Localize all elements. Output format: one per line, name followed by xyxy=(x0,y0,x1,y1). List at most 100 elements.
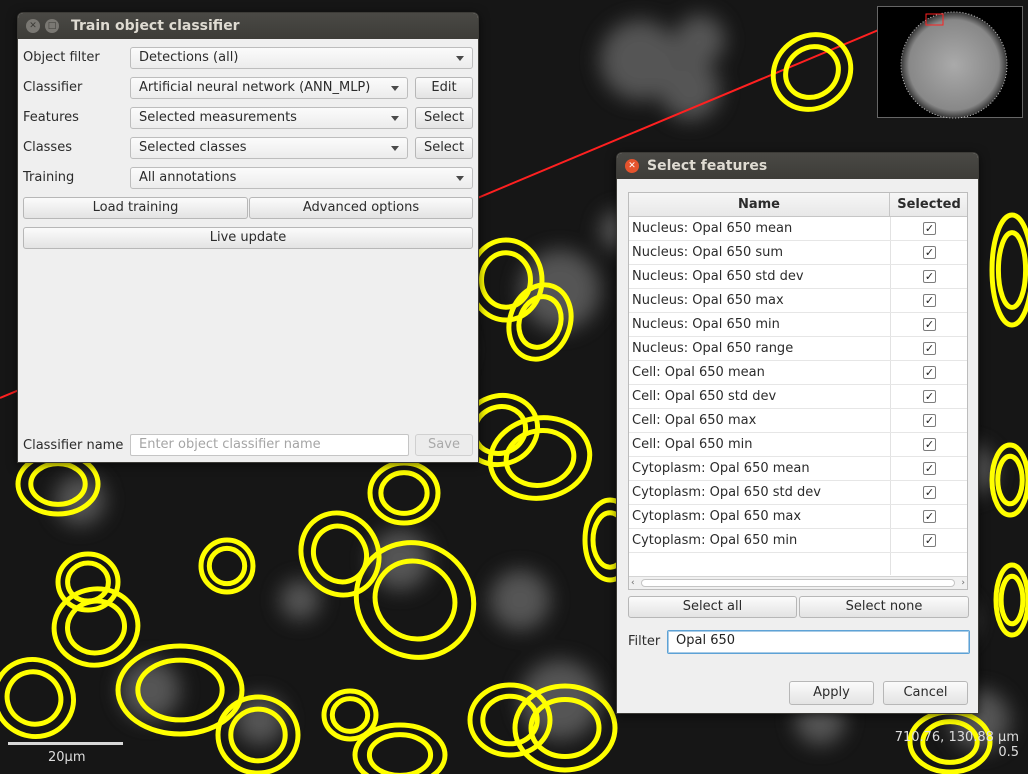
table-row[interactable]: Nucleus: Opal 650 min ✓ xyxy=(629,313,967,337)
feature-checkbox[interactable]: ✓ xyxy=(923,510,936,523)
horizontal-scrollbar[interactable]: ‹ › xyxy=(629,576,967,589)
table-row[interactable]: Cytoplasm: Opal 650 std dev ✓ xyxy=(629,481,967,505)
feature-checkbox[interactable]: ✓ xyxy=(923,246,936,259)
feature-checkbox[interactable]: ✓ xyxy=(923,366,936,379)
selected-cell: ✓ xyxy=(890,409,967,432)
advanced-options-button[interactable]: Advanced options xyxy=(249,197,473,219)
selected-cell: ✓ xyxy=(890,457,967,480)
object-filter-label: Object filter xyxy=(23,50,100,65)
select-all-button[interactable]: Select all xyxy=(628,596,797,618)
classes-value: Selected classes xyxy=(139,140,247,155)
features-dropdown[interactable]: Selected measurements xyxy=(130,107,408,129)
cursor-readout: 710.76, 130.88 µm 0.5 xyxy=(895,730,1019,760)
table-row[interactable]: Nucleus: Opal 650 max ✓ xyxy=(629,289,967,313)
training-value: All annotations xyxy=(139,170,237,185)
feature-checkbox[interactable]: ✓ xyxy=(923,294,936,307)
pixel-value: 0.5 xyxy=(998,745,1019,760)
select-classes-button[interactable]: Select xyxy=(415,137,473,159)
table-row[interactable]: Cytoplasm: Opal 650 min ✓ xyxy=(629,529,967,553)
scrollbar-thumb[interactable] xyxy=(641,579,955,587)
feature-checkbox[interactable]: ✓ xyxy=(923,390,936,403)
feature-name: Nucleus: Opal 650 min xyxy=(632,317,780,332)
table-header: Name Selected xyxy=(629,193,967,217)
table-row[interactable]: Nucleus: Opal 650 range ✓ xyxy=(629,337,967,361)
close-icon[interactable]: ✕ xyxy=(26,19,40,33)
scalebar xyxy=(8,742,123,745)
column-header-name[interactable]: Name xyxy=(629,193,890,217)
selected-cell: ✓ xyxy=(890,289,967,312)
feature-checkbox[interactable]: ✓ xyxy=(923,534,936,547)
window-title: Select features xyxy=(647,158,768,174)
filter-input[interactable]: Opal 650 xyxy=(667,630,970,654)
train-classifier-window: ✕ □ Train object classifier Object filte… xyxy=(17,12,479,463)
feature-name: Cell: Opal 650 max xyxy=(632,413,757,428)
classifier-dropdown[interactable]: Artificial neural network (ANN_MLP) xyxy=(130,77,408,99)
selected-cell: ✓ xyxy=(890,481,967,504)
feature-name: Cytoplasm: Opal 650 min xyxy=(632,533,798,548)
feature-checkbox[interactable]: ✓ xyxy=(923,342,936,355)
selected-cell: ✓ xyxy=(890,241,967,264)
classes-label: Classes xyxy=(23,140,72,155)
select-features-titlebar[interactable]: ✕ Select features xyxy=(617,153,978,179)
feature-name: Cell: Opal 650 std dev xyxy=(632,389,777,404)
table-row[interactable]: Cell: Opal 650 max ✓ xyxy=(629,409,967,433)
feature-name: Nucleus: Opal 650 std dev xyxy=(632,269,804,284)
overview-thumbnail[interactable] xyxy=(877,6,1023,119)
chevron-down-icon xyxy=(456,56,464,61)
classifier-name-input[interactable]: Enter object classifier name xyxy=(130,434,409,456)
select-features-window: ✕ Select features Name Selected Nucleus:… xyxy=(616,152,979,714)
chevron-down-icon xyxy=(391,86,399,91)
feature-checkbox[interactable]: ✓ xyxy=(923,222,936,235)
cancel-button[interactable]: Cancel xyxy=(883,681,968,705)
feature-name: Cell: Opal 650 mean xyxy=(632,365,765,380)
table-row[interactable]: Cell: Opal 650 std dev ✓ xyxy=(629,385,967,409)
scroll-right-icon[interactable]: › xyxy=(961,578,965,588)
feature-name: Cytoplasm: Opal 650 max xyxy=(632,509,802,524)
feature-checkbox[interactable]: ✓ xyxy=(923,318,936,331)
selected-cell: ✓ xyxy=(890,337,967,360)
selected-cell: ✓ xyxy=(890,217,967,240)
classifier-value: Artificial neural network (ANN_MLP) xyxy=(139,80,371,95)
close-icon[interactable]: ✕ xyxy=(625,159,639,173)
classes-dropdown[interactable]: Selected classes xyxy=(130,137,408,159)
feature-checkbox[interactable]: ✓ xyxy=(923,486,936,499)
feature-name: Nucleus: Opal 650 range xyxy=(632,341,794,356)
classifier-name-label: Classifier name xyxy=(23,438,124,453)
table-row[interactable]: Cell: Opal 650 mean ✓ xyxy=(629,361,967,385)
save-button[interactable]: Save xyxy=(415,434,473,456)
apply-button[interactable]: Apply xyxy=(789,681,874,705)
selected-cell: ✓ xyxy=(890,433,967,456)
filter-label: Filter xyxy=(628,634,661,649)
edit-classifier-button[interactable]: Edit xyxy=(415,77,473,99)
cursor-coordinates: 710.76, 130.88 µm xyxy=(894,730,1019,745)
object-filter-value: Detections (all) xyxy=(139,50,239,65)
training-dropdown[interactable]: All annotations xyxy=(130,167,473,189)
feature-checkbox[interactable]: ✓ xyxy=(923,414,936,427)
select-features-button[interactable]: Select xyxy=(415,107,473,129)
chevron-down-icon xyxy=(391,146,399,151)
table-row[interactable]: Cytoplasm: Opal 650 max ✓ xyxy=(629,505,967,529)
table-row[interactable]: Cell: Opal 650 min ✓ xyxy=(629,433,967,457)
table-body: Nucleus: Opal 650 mean ✓ Nucleus: Opal 650… xyxy=(629,217,967,553)
feature-name: Cytoplasm: Opal 650 mean xyxy=(632,461,810,476)
train-classifier-titlebar[interactable]: ✕ □ Train object classifier xyxy=(18,13,478,39)
select-none-button[interactable]: Select none xyxy=(799,596,969,618)
feature-checkbox[interactable]: ✓ xyxy=(923,438,936,451)
table-row[interactable]: Nucleus: Opal 650 mean ✓ xyxy=(629,217,967,241)
table-row[interactable]: Nucleus: Opal 650 std dev ✓ xyxy=(629,265,967,289)
table-row[interactable]: Cytoplasm: Opal 650 mean ✓ xyxy=(629,457,967,481)
feature-name: Cell: Opal 650 min xyxy=(632,437,753,452)
feature-name: Cytoplasm: Opal 650 std dev xyxy=(632,485,821,500)
live-update-button[interactable]: Live update xyxy=(23,227,473,249)
window-title: Train object classifier xyxy=(71,18,240,34)
feature-checkbox[interactable]: ✓ xyxy=(923,462,936,475)
table-row[interactable]: Nucleus: Opal 650 sum ✓ xyxy=(629,241,967,265)
feature-checkbox[interactable]: ✓ xyxy=(923,270,936,283)
column-header-selected[interactable]: Selected xyxy=(891,193,967,217)
scroll-left-icon[interactable]: ‹ xyxy=(631,578,635,588)
maximize-icon[interactable]: □ xyxy=(45,19,59,33)
object-filter-dropdown[interactable]: Detections (all) xyxy=(130,47,473,69)
load-training-button[interactable]: Load training xyxy=(23,197,248,219)
selected-cell: ✓ xyxy=(890,265,967,288)
scalebar-label: 20µm xyxy=(48,750,86,765)
